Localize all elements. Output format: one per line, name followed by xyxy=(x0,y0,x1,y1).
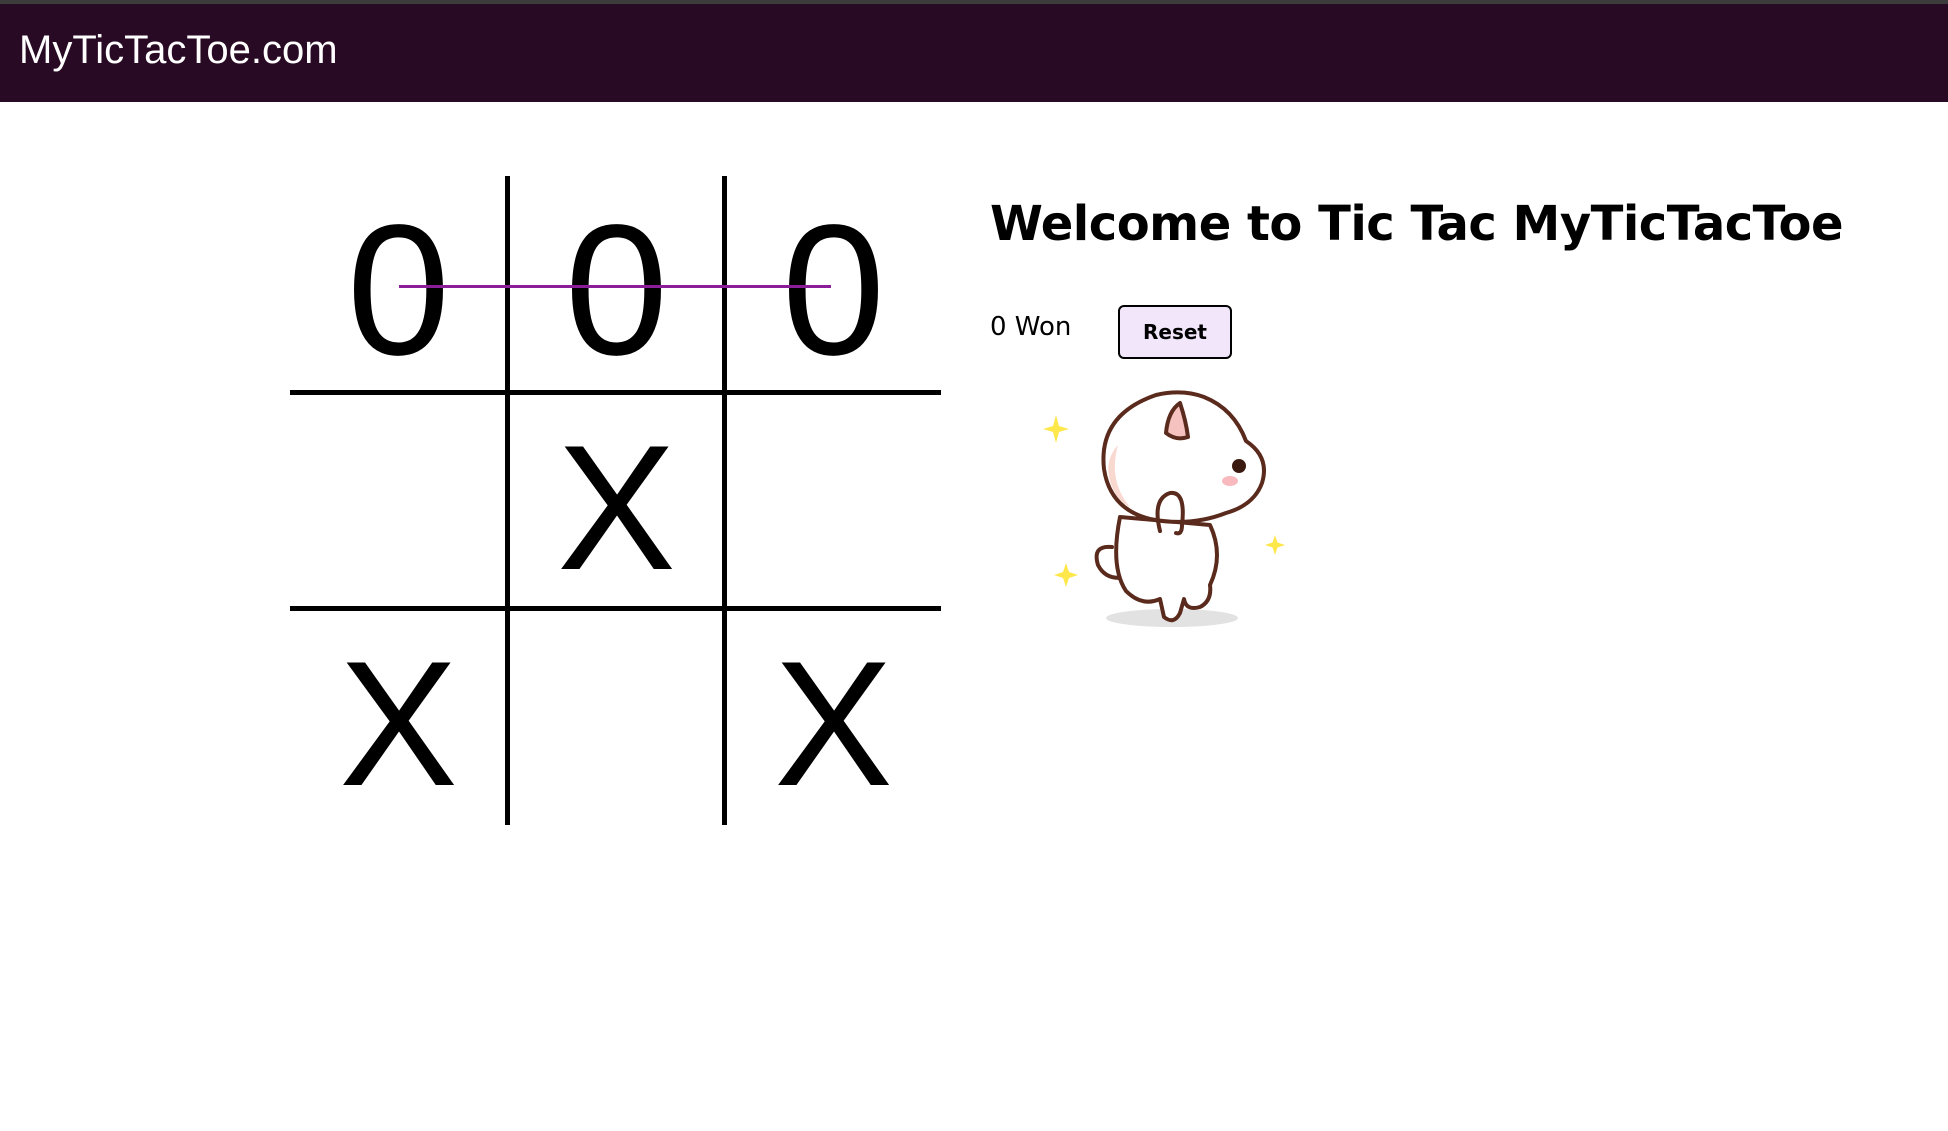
sparkle-icon xyxy=(1043,415,1069,443)
cell-mark: X xyxy=(557,408,676,607)
reset-button[interactable]: Reset xyxy=(1118,305,1232,359)
winning-strike-line xyxy=(399,285,831,288)
win-status: 0 Won xyxy=(990,312,1072,342)
cell-mark: 0 xyxy=(346,187,451,394)
sparkle-icon xyxy=(1265,535,1285,555)
brand-link[interactable]: MyTicTacToe.com xyxy=(19,30,338,70)
cell-mark: X xyxy=(339,624,458,823)
cell-r2-c2[interactable]: X xyxy=(508,393,725,609)
cell-mark: 0 xyxy=(781,187,886,394)
cell-r2-c1[interactable] xyxy=(290,393,507,609)
game-board: 0 0 0 X X X xyxy=(290,176,941,825)
cell-r2-c3[interactable] xyxy=(725,393,942,609)
cat-sticker-image xyxy=(1043,390,1285,627)
sparkle-icon xyxy=(1054,563,1078,587)
cell-r1-c3[interactable]: 0 xyxy=(725,176,942,392)
cell-r1-c1[interactable]: 0 xyxy=(290,176,507,392)
cell-r3-c3[interactable]: X xyxy=(725,609,942,825)
cat-eye xyxy=(1232,459,1246,473)
cat-cheek xyxy=(1222,476,1238,486)
navbar: MyTicTacToe.com xyxy=(0,4,1948,102)
cell-r1-c2[interactable]: 0 xyxy=(508,176,725,392)
cell-r3-c1[interactable]: X xyxy=(290,609,507,825)
welcome-heading: Welcome to Tic Tac MyTicTacToe xyxy=(990,196,1844,252)
cell-mark: 0 xyxy=(564,187,669,394)
cell-mark: X xyxy=(774,624,893,823)
cat-body xyxy=(1114,515,1219,623)
cell-r3-c2[interactable] xyxy=(508,609,725,825)
